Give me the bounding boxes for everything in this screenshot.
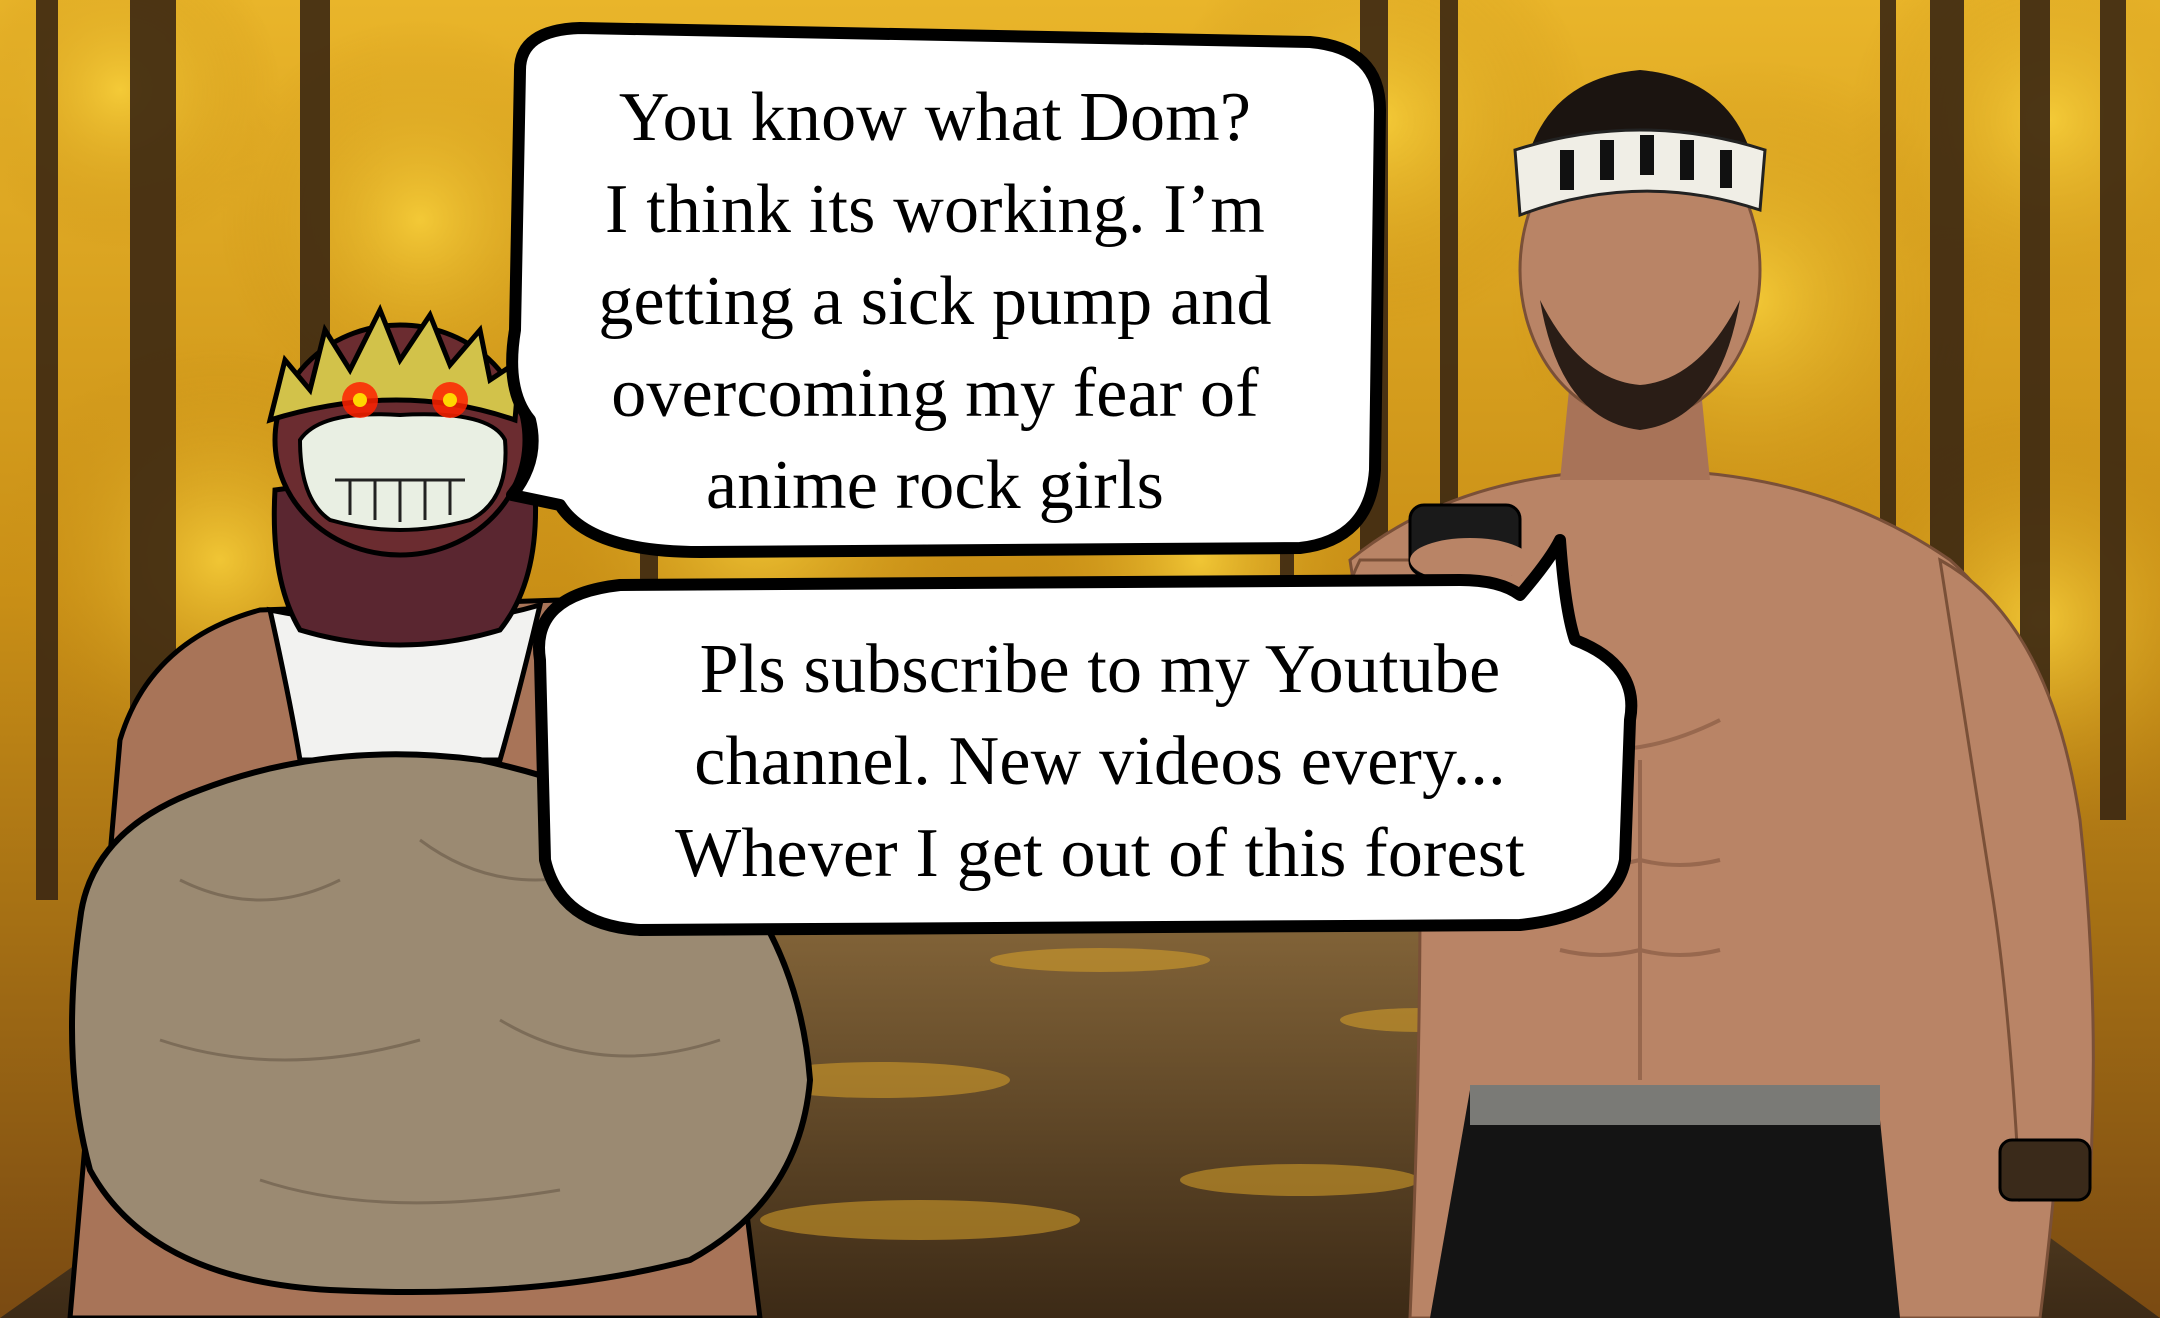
comic-panel: You know what Dom? I think its working. … [0,0,2160,1318]
speech-bubble-2-text: Pls subscribe to my Youtube channel. New… [560,624,1640,900]
speech-bubble-1-text: You know what Dom? I think its working. … [520,72,1350,532]
bubble-1-line: You know what Dom? [618,79,1252,156]
bubble-2-line: Pls subscribe to my Youtube [699,631,1501,708]
bubble-1-line: getting a sick pump and [598,263,1272,340]
bubble-1-line: anime rock girls [705,447,1165,524]
bubble-1-line: I think its working. I’m [604,171,1266,248]
bubble-2-line: channel. New videos every... [694,723,1506,800]
bubble-2-line: Whever I get out of this forest [675,815,1525,892]
bubble-1-line: overcoming my fear of [611,355,1259,432]
